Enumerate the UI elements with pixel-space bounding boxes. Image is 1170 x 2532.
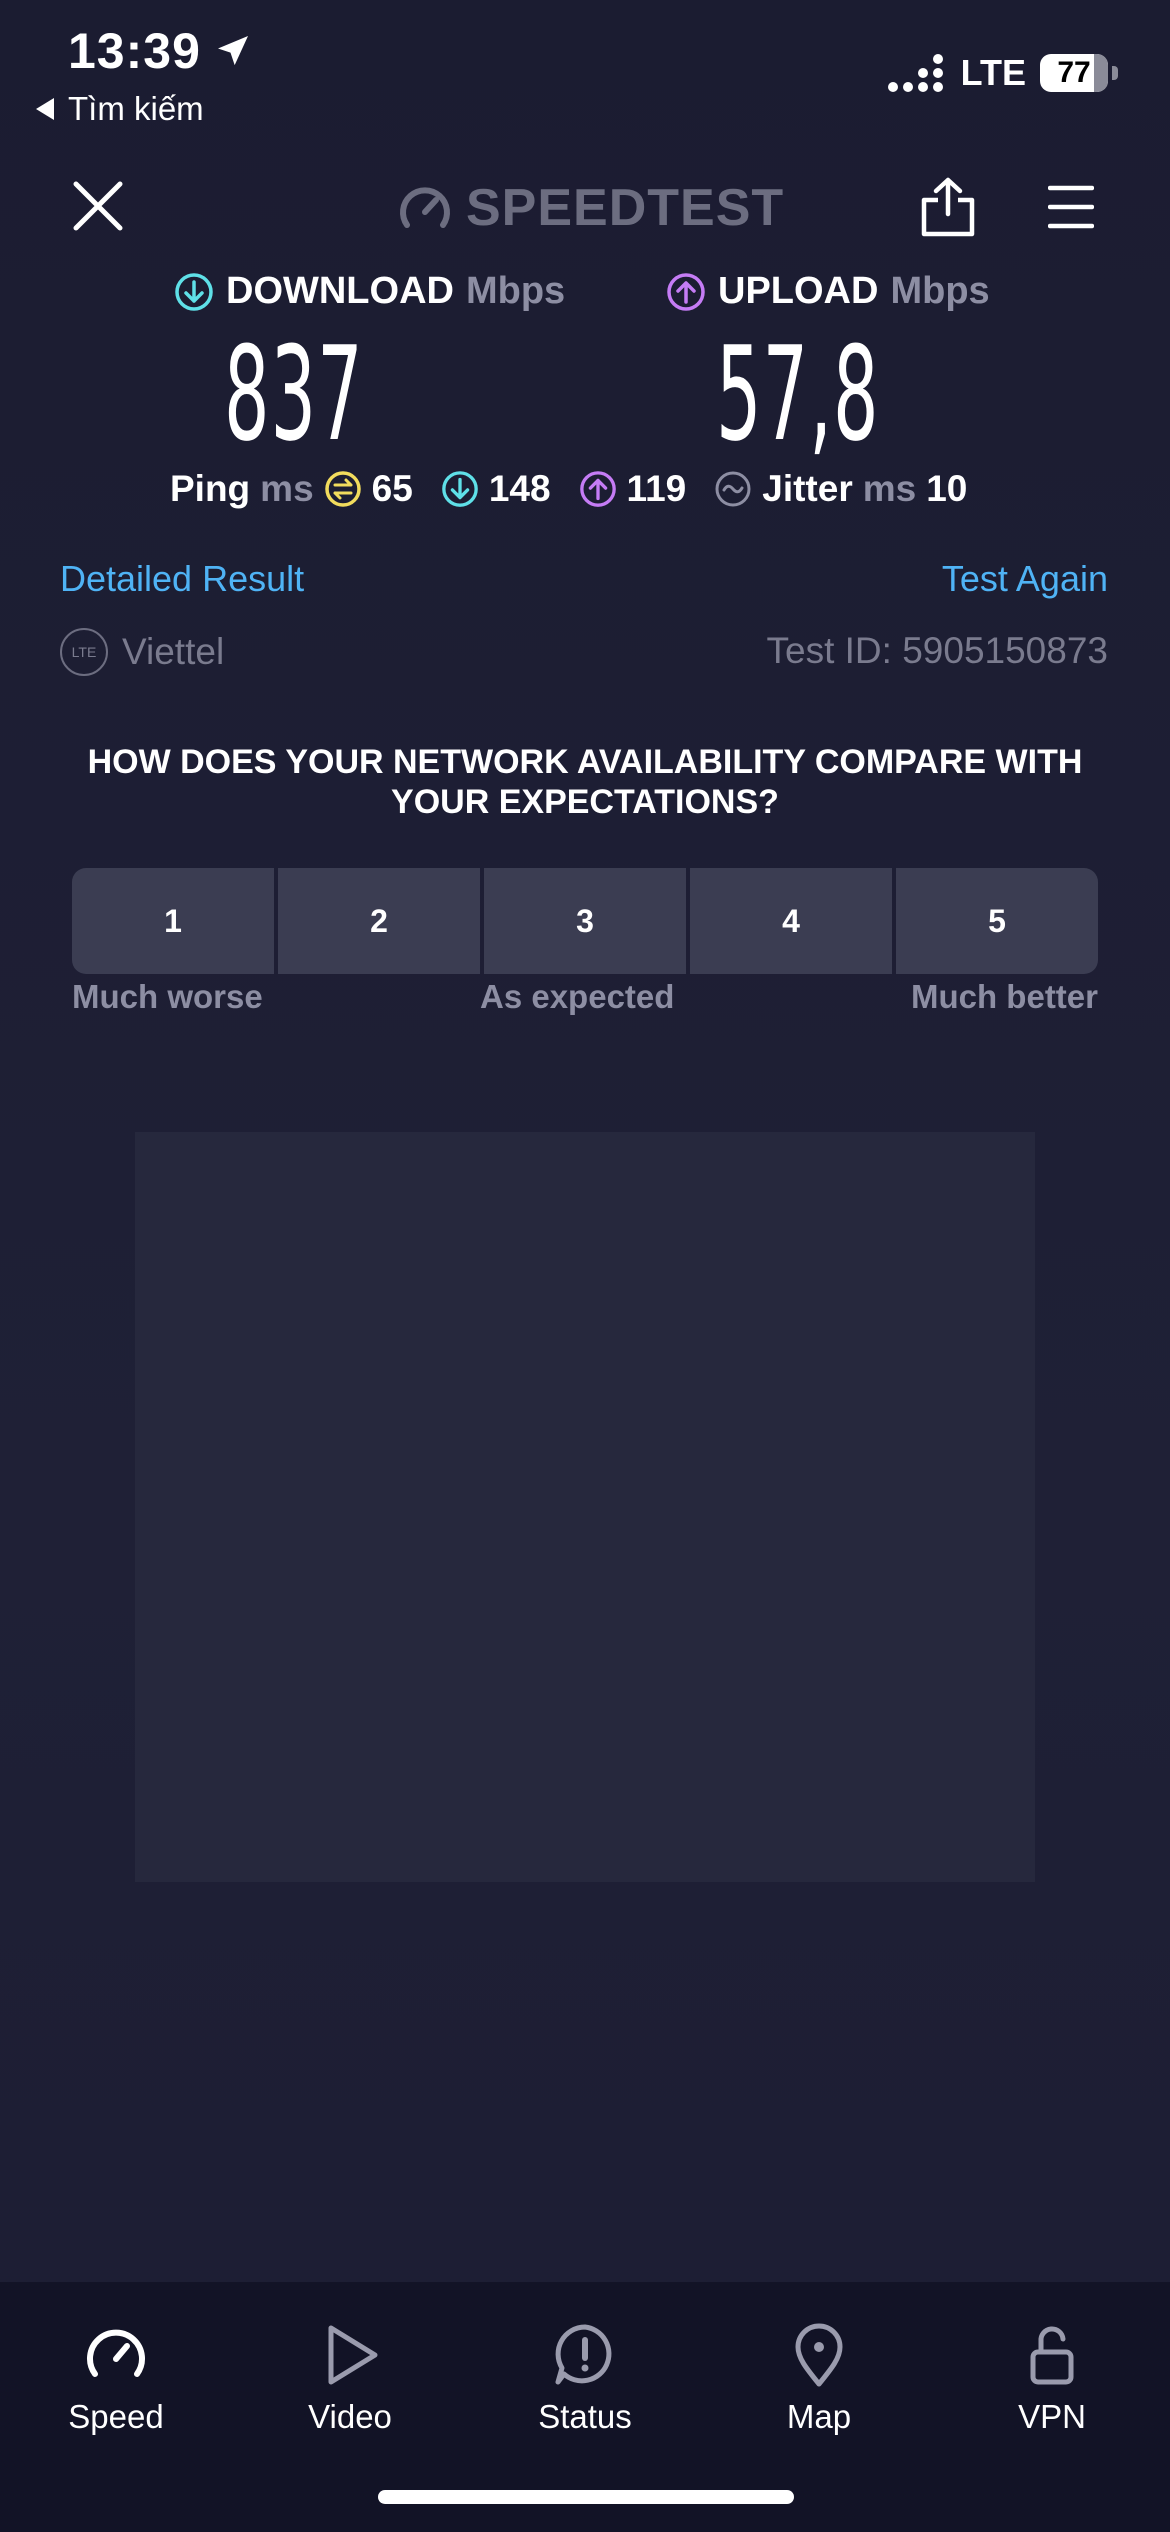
speed-icon	[87, 2329, 145, 2377]
nav-status[interactable]: Status	[490, 2322, 680, 2436]
ad-placeholder[interactable]	[135, 1132, 1035, 1882]
jitter-icon	[715, 471, 751, 507]
menu-icon[interactable]	[1048, 184, 1094, 230]
ping-upload-value: 119	[626, 468, 687, 509]
back-to-search-link[interactable]: Tìm kiếm	[36, 90, 204, 128]
speedometer-icon	[400, 187, 450, 228]
alert-bubble-icon	[555, 2324, 612, 2385]
provider-info: LTE Viettel	[60, 628, 224, 676]
back-label: Tìm kiếm	[68, 90, 204, 127]
nav-video[interactable]: Video	[255, 2322, 445, 2436]
test-again-link[interactable]: Test Again	[942, 558, 1108, 600]
jitter-value: 10	[926, 468, 968, 509]
ping-download-value: 148	[488, 468, 551, 509]
ping-download-icon	[442, 471, 478, 507]
map-pin-icon	[795, 2323, 843, 2387]
ping-upload-icon	[579, 471, 616, 507]
test-id: Test ID: 5905150873	[766, 630, 1108, 671]
nav-status-label: Status	[538, 2398, 632, 2435]
play-icon	[328, 2325, 378, 2385]
rating-option-1[interactable]: 1	[72, 868, 274, 974]
network-type: LTE	[960, 52, 1026, 93]
nav-map-label: Map	[786, 2398, 852, 2435]
survey-question: HOW DOES YOUR NETWORK AVAILABILITY COMPA…	[87, 743, 1083, 821]
rating-label-high: Much better	[910, 978, 1098, 1015]
nav-speed-label: Speed	[68, 2398, 164, 2435]
signal-strength-icon	[887, 54, 943, 92]
download-label: DOWNLOAD	[226, 270, 454, 312]
nav-map[interactable]: Map	[724, 2322, 914, 2436]
clock-text: 13:39	[68, 23, 201, 79]
upload-label: UPLOAD	[718, 270, 879, 312]
provider-name: Viettel	[122, 631, 225, 672]
upload-unit: Mbps	[890, 270, 990, 312]
download-header: DOWNLOAD Mbps	[174, 270, 565, 313]
battery-cap	[1112, 66, 1118, 80]
nav-vpn[interactable]: VPN	[957, 2322, 1147, 2436]
back-triangle-icon	[36, 98, 54, 120]
rating-option-2[interactable]: 2	[278, 868, 480, 974]
share-icon[interactable]	[918, 176, 978, 238]
ping-label: Ping	[170, 468, 251, 509]
ping-idle-value: 65	[371, 468, 413, 509]
ping-jitter-row: Ping ms 65 148 119 Jitter ms 10	[170, 468, 967, 510]
speedtest-logo: SPEEDTEST	[398, 178, 784, 238]
download-arrow-icon	[175, 272, 213, 311]
ping-unit: ms	[260, 468, 314, 509]
download-value: 837	[224, 318, 364, 470]
upload-header: UPLOAD Mbps	[666, 270, 990, 313]
download-unit: Mbps	[465, 270, 566, 312]
rating-label-mid: As expected	[480, 978, 675, 1015]
status-indicators: LTE 77	[887, 52, 1118, 94]
nav-speed[interactable]: Speed	[21, 2322, 211, 2436]
upload-arrow-icon	[667, 272, 705, 311]
rating-option-4[interactable]: 4	[690, 868, 892, 974]
rating-option-3[interactable]: 3	[484, 868, 686, 974]
logo-text: SPEEDTEST	[466, 179, 785, 237]
location-arrow-icon	[217, 36, 248, 66]
lte-badge-icon: LTE	[60, 628, 108, 676]
rating-label-low: Much worse	[72, 978, 263, 1015]
nav-video-label: Video	[308, 2398, 392, 2435]
battery-level: 77	[1057, 56, 1091, 89]
idle-ping-icon	[324, 471, 361, 507]
rating-scale: 1 2 3 4 5	[72, 868, 1098, 974]
jitter-label: Jitter	[762, 468, 853, 509]
nav-vpn-label: VPN	[1018, 2398, 1086, 2435]
home-indicator[interactable]	[378, 2490, 794, 2504]
jitter-unit: ms	[862, 468, 917, 509]
rating-option-5[interactable]: 5	[896, 868, 1098, 974]
close-icon[interactable]	[70, 178, 126, 234]
status-time: 13:39	[68, 22, 253, 80]
detailed-result-link[interactable]: Detailed Result	[60, 558, 304, 600]
lock-icon	[1030, 2326, 1074, 2385]
speedtest-result-screen: 13:39 Tìm kiếm LTE 77 SPEEDTEST DOWNLOAD…	[0, 0, 1170, 2532]
battery-icon: 77	[1040, 54, 1108, 92]
upload-value: 57,8	[716, 318, 880, 470]
